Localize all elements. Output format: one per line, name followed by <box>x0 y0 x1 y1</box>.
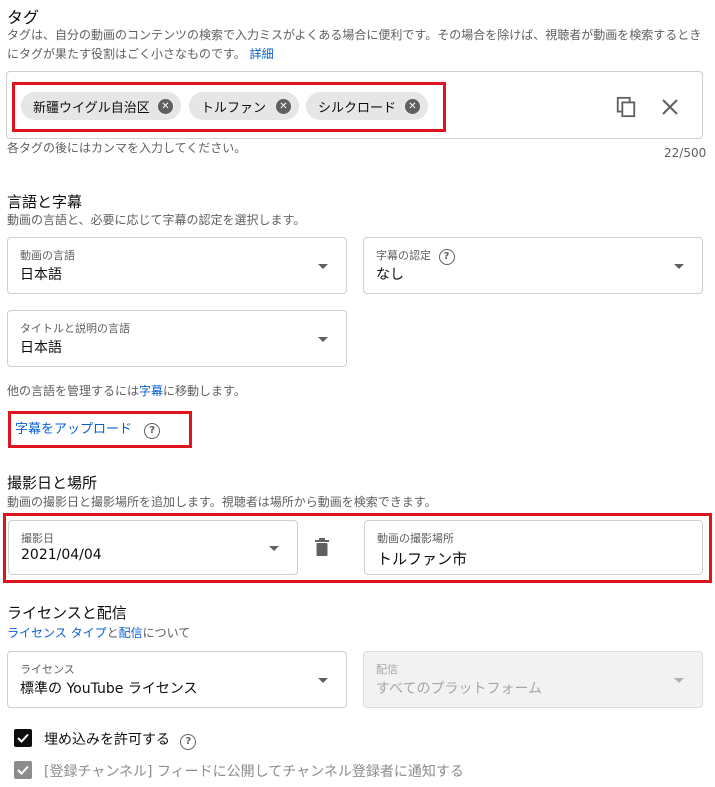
tags-hint: 各タグの後にはカンマを入力してください。 <box>7 141 247 155</box>
checkmark-icon <box>17 733 29 743</box>
title-language-select[interactable]: タイトルと説明の言語 日本語 <box>7 310 347 367</box>
distribution-link[interactable]: 配信 <box>119 626 143 640</box>
checkmark-icon <box>17 765 29 775</box>
remove-tag-icon[interactable]: ✕ <box>158 99 173 114</box>
tag-chip: シルクロード ✕ <box>306 92 428 120</box>
license-select[interactable]: ライセンス 標準の YouTube ライセンス <box>7 651 347 708</box>
manage-languages-text: 他の言語を管理するには字幕に移動します。 <box>7 384 246 398</box>
distribution-select: 配信 すべてのプラットフォーム <box>363 651 703 708</box>
recording-date-select[interactable]: 撮影日 2021/04/04 <box>8 520 298 575</box>
allow-embedding-checkbox[interactable] <box>14 729 32 747</box>
upload-subtitles-link[interactable]: 字幕をアップロード ? <box>15 418 161 439</box>
help-icon[interactable]: ? <box>180 734 197 750</box>
recording-description: 動画の撮影日と撮影場所を追加します。視聴者は場所から動画を検索できます。 <box>7 495 437 509</box>
video-language-select[interactable]: 動画の言語 日本語 <box>7 237 347 294</box>
dropdown-arrow-icon <box>318 337 328 342</box>
dropdown-arrow-icon <box>674 678 684 683</box>
dropdown-arrow-icon <box>318 264 328 269</box>
license-heading: ライセンスと配信 <box>7 604 127 622</box>
publish-feed-checkbox <box>14 761 32 779</box>
allow-embedding-label: 埋め込みを許可する ? <box>44 729 197 750</box>
tags-details-link[interactable]: 詳細 <box>250 47 274 61</box>
dropdown-arrow-icon <box>318 678 328 683</box>
tags-description: タグは、自分の動画のコンテンツの検索で入力ミスがよくある場合に便利です。その場合… <box>7 28 702 61</box>
tag-chip: トルファン ✕ <box>189 92 299 120</box>
language-description: 動画の言語と、必要に応じて字幕の認定を選択します。 <box>7 213 306 227</box>
recording-heading: 撮影日と場所 <box>7 474 98 492</box>
publish-feed-label: [登録チャンネル] フィードに公開してチャンネル登録者に通知する <box>44 764 464 780</box>
dropdown-arrow-icon <box>674 264 684 269</box>
tags-counter: 22/500 <box>664 146 707 160</box>
clear-icon[interactable] <box>660 97 680 117</box>
tags-heading: タグ <box>7 8 40 27</box>
recording-location-input[interactable]: 動画の撮影場所 トルファン市 <box>364 520 703 575</box>
language-heading: 言語と字幕 <box>7 193 83 211</box>
remove-tag-icon[interactable]: ✕ <box>405 99 420 114</box>
license-type-link[interactable]: ライセンス タイプ <box>7 626 107 640</box>
caption-certification-select[interactable]: 字幕の認定 ? なし <box>363 237 703 294</box>
subtitles-link[interactable]: 字幕 <box>139 384 163 398</box>
remove-tag-icon[interactable]: ✕ <box>276 99 291 114</box>
help-icon[interactable]: ? <box>144 423 161 439</box>
dropdown-arrow-icon <box>269 546 279 551</box>
copy-icon[interactable] <box>615 96 637 118</box>
license-description: ライセンス タイプと配信について <box>7 626 191 640</box>
tag-chip: 新疆ウイグル自治区 ✕ <box>21 92 181 120</box>
help-icon[interactable]: ? <box>438 249 455 265</box>
delete-icon[interactable] <box>314 538 330 557</box>
